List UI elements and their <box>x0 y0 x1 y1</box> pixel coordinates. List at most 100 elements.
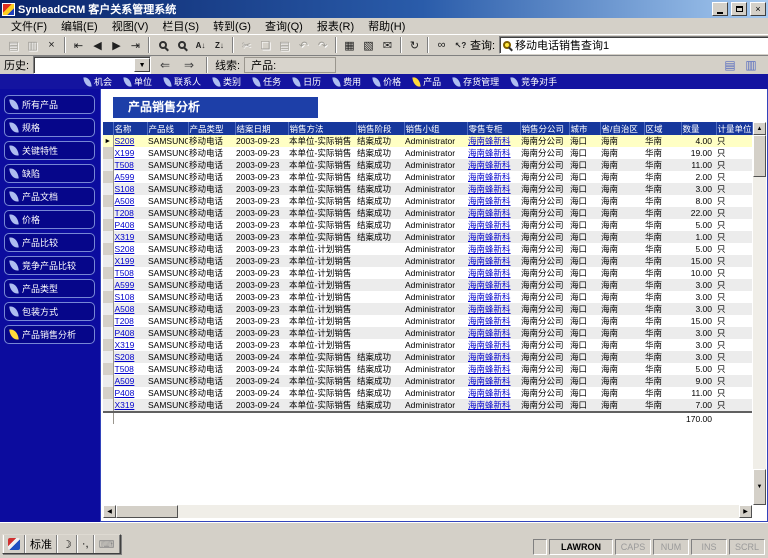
table-row[interactable]: A509SAMSUNG移动电话2003-09-24本单位-实际销售结案成功Adm… <box>103 375 752 387</box>
cell-name-link[interactable]: X319 <box>115 340 135 350</box>
cell-counter-link[interactable]: 海南蜂新科 <box>468 244 511 254</box>
ime-fullhalf-button[interactable]: ☽ <box>57 535 77 553</box>
cell-name-link[interactable]: A599 <box>115 280 135 290</box>
table-row[interactable]: T208SAMSUNG移动电话2003-09-23本单位-计划销售Adminis… <box>103 315 752 327</box>
menu-item[interactable]: 查询(Q) <box>258 17 310 35</box>
cell-counter-link[interactable]: 海南蜂新科 <box>468 160 511 170</box>
table-row[interactable]: X319SAMSUNG移动电话2003-09-23本单位-实际销售结案成功Adm… <box>103 231 752 243</box>
table-row[interactable]: X319SAMSUNG移动电话2003-09-23本单位-计划销售Adminis… <box>103 339 752 351</box>
cell-name-link[interactable]: X199 <box>115 256 135 266</box>
column-header[interactable]: 产品类型 <box>188 122 235 135</box>
column-header[interactable]: 省/自治区 <box>600 122 644 135</box>
horizontal-scrollbar[interactable]: ◀ ▶ <box>103 505 752 518</box>
column-header[interactable]: 计量单位 <box>716 122 752 135</box>
table-row[interactable]: A599SAMSUNG移动电话2003-09-23本单位-计划销售Adminis… <box>103 279 752 291</box>
table-row[interactable]: A508SAMSUNG移动电话2003-09-23本单位-实际销售结案成功Adm… <box>103 195 752 207</box>
cell-counter-link[interactable]: 海南蜂新科 <box>468 172 511 182</box>
table-row[interactable]: S108SAMSUNG移动电话2003-09-23本单位-计划销售Adminis… <box>103 291 752 303</box>
menu-item[interactable]: 帮助(H) <box>361 17 412 35</box>
history-dropdown-arrow[interactable]: ▼ <box>134 58 150 72</box>
scroll-left-button[interactable]: ◀ <box>103 505 116 518</box>
column-header[interactable]: 销售方法 <box>288 122 356 135</box>
sidebar-item-key-features[interactable]: 关键特性 <box>4 141 95 160</box>
ime-punct-button[interactable]: ·, <box>77 535 94 553</box>
sidebar-item-all-products[interactable]: 所有产品 <box>4 95 95 114</box>
prev-record-icon[interactable]: ◀ <box>88 37 107 54</box>
tab-task[interactable]: 任务 <box>253 75 281 88</box>
history-combobox[interactable]: ▼ <box>33 56 151 74</box>
filter-icon[interactable] <box>172 37 191 54</box>
cell-name-link[interactable]: T508 <box>115 364 134 374</box>
cell-name-link[interactable]: T208 <box>115 208 134 218</box>
sort-asc-icon[interactable]: A↓ <box>191 37 210 54</box>
column-header[interactable]: 结案日期 <box>235 122 288 135</box>
cell-counter-link[interactable]: 海南蜂新科 <box>468 256 511 266</box>
find-icon[interactable]: ∞ <box>432 37 451 54</box>
table-row[interactable]: X199SAMSUNG移动电话2003-09-23本单位-实际销售结案成功Adm… <box>103 147 752 159</box>
column-header[interactable]: 销售阶段 <box>356 122 404 135</box>
cell-name-link[interactable]: P408 <box>115 220 135 230</box>
tab-unit[interactable]: 单位 <box>124 75 152 88</box>
table-row[interactable]: A508SAMSUNG移动电话2003-09-23本单位-计划销售Adminis… <box>103 303 752 315</box>
table-row[interactable]: ►S208SAMSUNG移动电话2003-09-23本单位-实际销售结案成功Ad… <box>103 135 752 147</box>
cell-counter-link[interactable]: 海南蜂新科 <box>468 220 511 230</box>
cell-name-link[interactable]: S208 <box>115 136 135 146</box>
sidebar-item-product-sales-analysis[interactable]: 产品销售分析 <box>4 325 95 344</box>
cell-counter-link[interactable]: 海南蜂新科 <box>468 352 511 362</box>
cell-counter-link[interactable]: 海南蜂新科 <box>468 292 511 302</box>
sidebar-item-defects[interactable]: 缺陷 <box>4 164 95 183</box>
cell-counter-link[interactable]: 海南蜂新科 <box>468 196 511 206</box>
cell-name-link[interactable]: A508 <box>115 304 135 314</box>
cell-counter-link[interactable]: 海南蜂新科 <box>468 148 511 158</box>
cell-name-link[interactable]: T208 <box>115 316 134 326</box>
cell-counter-link[interactable]: 海南蜂新科 <box>468 328 511 338</box>
menu-item[interactable]: 编辑(E) <box>54 17 105 35</box>
column-header[interactable]: 城市 <box>569 122 600 135</box>
sort-desc-icon[interactable]: Z↓ <box>210 37 229 54</box>
column-header[interactable]: 零售专柜 <box>467 122 520 135</box>
refresh-icon[interactable]: ↻ <box>405 37 424 54</box>
first-record-icon[interactable]: ⇤ <box>69 37 88 54</box>
restore-button[interactable] <box>731 2 747 16</box>
tab-expense[interactable]: 费用 <box>333 75 361 88</box>
close-button[interactable]: × <box>750 2 766 16</box>
tab-price[interactable]: 价格 <box>373 75 401 88</box>
table-row[interactable]: S208SAMSUNG移动电话2003-09-23本单位-计划销售Adminis… <box>103 243 752 255</box>
menu-item[interactable]: 报表(R) <box>310 17 361 35</box>
table-row[interactable]: T508SAMSUNG移动电话2003-09-23本单位-计划销售Adminis… <box>103 267 752 279</box>
ime-icon-button[interactable] <box>3 535 25 553</box>
cell-counter-link[interactable]: 海南蜂新科 <box>468 184 511 194</box>
cell-name-link[interactable]: S208 <box>115 352 135 362</box>
tab-category[interactable]: 类别 <box>213 75 241 88</box>
table-row[interactable]: S108SAMSUNG移动电话2003-09-23本单位-实际销售结案成功Adm… <box>103 183 752 195</box>
horizontal-scroll-thumb[interactable] <box>116 505 178 518</box>
table-row[interactable]: X199SAMSUNG移动电话2003-09-23本单位-计划销售Adminis… <box>103 255 752 267</box>
tab-product[interactable]: 产品 <box>413 75 441 88</box>
cell-counter-link[interactable]: 海南蜂新科 <box>468 136 511 146</box>
cell-name-link[interactable]: X199 <box>115 148 135 158</box>
scroll-track[interactable] <box>178 505 739 518</box>
vertical-scroll-thumb[interactable] <box>753 135 766 177</box>
table-row[interactable]: P408SAMSUNG移动电话2003-09-24本单位-实际销售结案成功Adm… <box>103 387 752 399</box>
scroll-up-button[interactable]: ▲ <box>753 122 766 135</box>
next-record-icon[interactable]: ▶ <box>107 37 126 54</box>
menu-item[interactable]: 转到(G) <box>206 17 258 35</box>
last-record-icon[interactable]: ⇥ <box>126 37 145 54</box>
sidebar-item-product-compare[interactable]: 产品比较 <box>4 233 95 252</box>
tab-contact[interactable]: 联系人 <box>164 75 201 88</box>
cell-counter-link[interactable]: 海南蜂新科 <box>468 304 511 314</box>
tab-inventory[interactable]: 存货管理 <box>453 75 499 88</box>
cell-counter-link[interactable]: 海南蜂新科 <box>468 280 511 290</box>
cell-counter-link[interactable]: 海南蜂新科 <box>468 340 511 350</box>
sidebar-item-specs[interactable]: 规格 <box>4 118 95 137</box>
context-help-icon[interactable]: ↖? <box>451 37 470 54</box>
tab-calendar[interactable]: 日历 <box>293 75 321 88</box>
mail-icon[interactable]: ✉ <box>378 37 397 54</box>
find-record-icon[interactable] <box>153 37 172 54</box>
tab-competitor[interactable]: 竞争对手 <box>511 75 557 88</box>
forward-button[interactable]: ⇒ <box>179 57 199 73</box>
cell-counter-link[interactable]: 海南蜂新科 <box>468 400 511 410</box>
scroll-right-button[interactable]: ▶ <box>739 505 752 518</box>
cell-name-link[interactable]: A509 <box>115 376 135 386</box>
table-row[interactable]: T508SAMSUNG移动电话2003-09-24本单位-实际销售结案成功Adm… <box>103 363 752 375</box>
